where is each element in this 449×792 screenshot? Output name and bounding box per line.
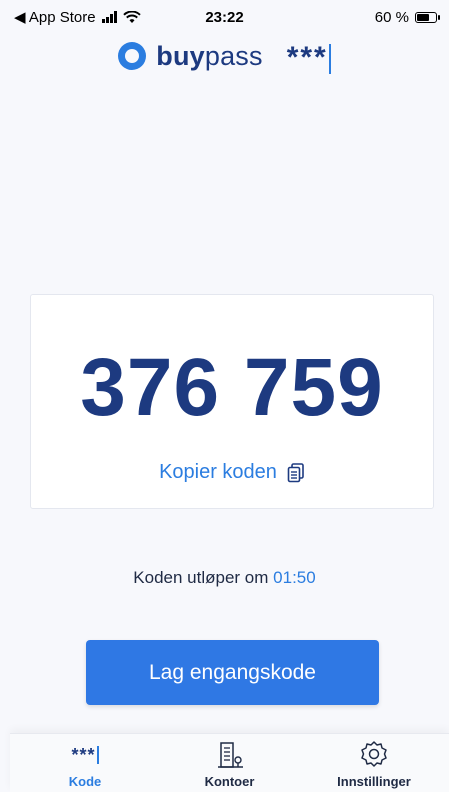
code-expiry: Koden utløper om 01:50 — [0, 568, 449, 588]
battery-percentage: 60 % — [374, 8, 409, 26]
status-bar-left: ◀ App Store — [14, 8, 141, 26]
status-bar-right: 60 % — [374, 8, 440, 26]
buypass-logo-icon — [118, 42, 147, 70]
tab-innstillinger[interactable]: Innstillinger — [319, 734, 429, 792]
tab-kode[interactable]: *** Kode — [30, 734, 140, 792]
tab-kode-label: Kode — [68, 774, 102, 789]
stars-icon: *** — [71, 740, 99, 770]
tab-innstillinger-label: Innstillinger — [337, 774, 411, 789]
code-stars-logo: *** — [287, 41, 331, 75]
tab-kontoer[interactable]: Kontoer — [175, 734, 285, 792]
tab-kontoer-label: Kontoer — [204, 774, 255, 789]
building-icon — [215, 740, 245, 770]
expiry-label: Koden utløper om — [133, 568, 269, 587]
back-to-app-store-link[interactable]: ◀ App Store — [14, 8, 96, 26]
tab-bar: *** Kode Kontoer Innstillinger — [10, 733, 449, 792]
app-header: buypass *** — [0, 36, 449, 76]
wifi-icon — [122, 10, 141, 23]
expiry-countdown: 01:50 — [273, 568, 316, 587]
status-bar: ◀ App Store 23:22 60 % — [0, 0, 449, 34]
copy-code-label: Kopier koden — [159, 461, 277, 483]
copy-code-button[interactable]: Kopier koden — [31, 461, 433, 484]
cellular-signal-icon — [101, 11, 117, 23]
battery-icon — [415, 11, 440, 23]
buypass-logo-text: buypass — [156, 40, 263, 71]
gear-icon — [359, 740, 389, 770]
copy-icon — [287, 462, 304, 482]
one-time-code: 376 759 — [80, 342, 384, 433]
generate-code-button[interactable]: Lag engangskode — [86, 640, 379, 705]
code-card: 376 759 Kopier koden — [30, 294, 434, 509]
